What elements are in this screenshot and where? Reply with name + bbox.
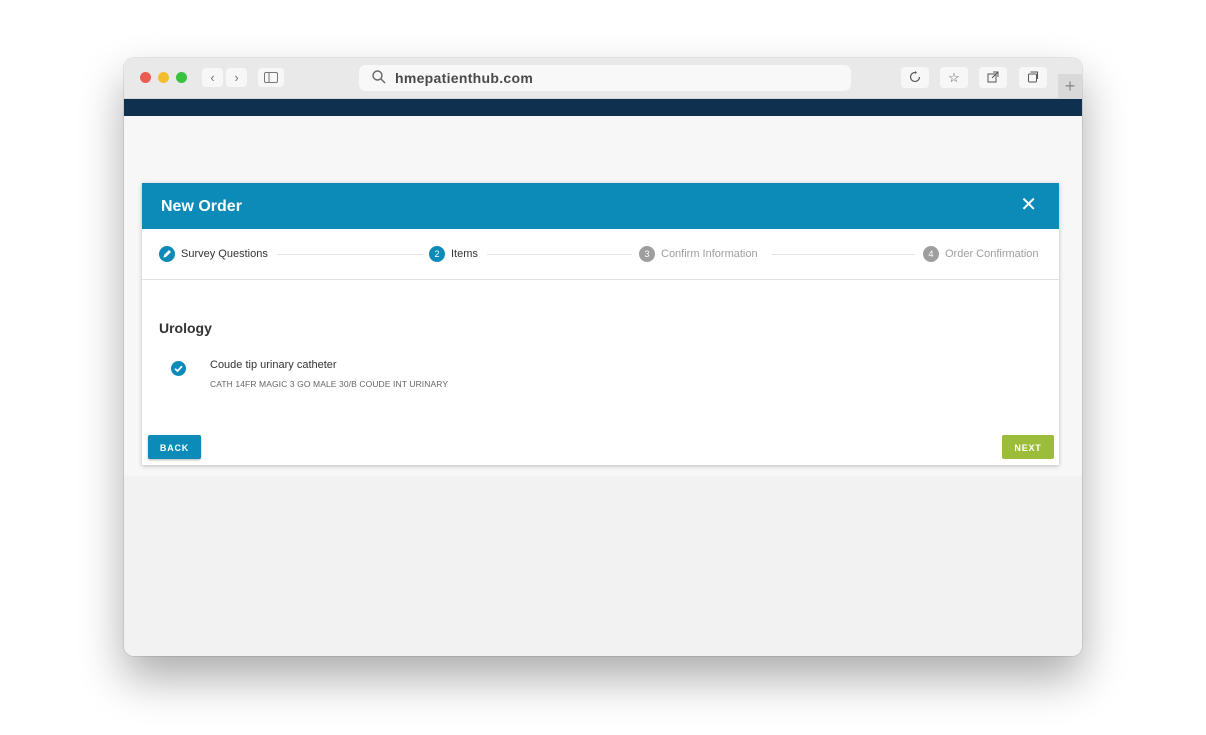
- step-number: 3: [639, 246, 655, 262]
- browser-toolbar: ‹ › hmepatienthub.com ☆ +: [124, 58, 1082, 99]
- dialog-title: New Order: [161, 198, 242, 215]
- url-text: hmepatienthub.com: [395, 70, 534, 86]
- step-connector: [277, 254, 423, 255]
- order-stepper: Survey Questions 2 Items 3 Confirm Infor…: [142, 229, 1059, 280]
- reload-button[interactable]: [901, 67, 929, 88]
- bookmark-button[interactable]: ☆: [940, 67, 968, 88]
- new-order-dialog: New Order ✕ Survey Questions 2 Items 3 C…: [142, 183, 1059, 465]
- sidebar-toggle-button[interactable]: [258, 68, 284, 87]
- browser-window: ‹ › hmepatienthub.com ☆ + New Order ✕ Su…: [124, 58, 1082, 656]
- check-circle-icon[interactable]: [171, 361, 186, 381]
- step-label: Order Confirmation: [945, 248, 1039, 260]
- share-icon: [987, 71, 999, 83]
- new-tab-button[interactable]: +: [1058, 74, 1082, 98]
- step-number: 2: [429, 246, 445, 262]
- reload-icon: [909, 71, 921, 83]
- page-background: [124, 476, 1082, 656]
- step-connector: [772, 254, 915, 255]
- item-name: Coude tip urinary catheter: [210, 359, 337, 371]
- step-number: 4: [923, 246, 939, 262]
- step-label: Survey Questions: [181, 248, 268, 260]
- step-connector: [487, 254, 632, 255]
- search-icon: [371, 69, 387, 90]
- section-title: Urology: [159, 320, 212, 336]
- page-content: New Order ✕ Survey Questions 2 Items 3 C…: [124, 116, 1082, 476]
- back-nav-button[interactable]: ‹: [202, 68, 223, 87]
- zoom-window-button[interactable]: [176, 72, 187, 83]
- forward-nav-button[interactable]: ›: [226, 68, 247, 87]
- dialog-header: New Order ✕: [142, 183, 1059, 229]
- address-bar[interactable]: hmepatienthub.com: [359, 65, 851, 91]
- item-description: CATH 14FR MAGIC 3 GO MALE 30/B COUDE INT…: [210, 379, 449, 389]
- minimize-window-button[interactable]: [158, 72, 169, 83]
- tabs-icon: [1028, 71, 1038, 83]
- close-icon[interactable]: ✕: [1020, 194, 1037, 216]
- sidebar-icon: [264, 72, 278, 83]
- next-button[interactable]: NEXT: [1002, 435, 1054, 459]
- step-label: Confirm Information: [661, 248, 758, 260]
- site-header-bar: [124, 99, 1082, 116]
- step-label: Items: [451, 248, 478, 260]
- tabs-button[interactable]: [1019, 67, 1047, 88]
- share-button[interactable]: [979, 67, 1007, 88]
- close-window-button[interactable]: [140, 72, 151, 83]
- back-button[interactable]: BACK: [148, 435, 201, 459]
- star-icon: ☆: [948, 70, 960, 85]
- pencil-icon: [159, 246, 175, 262]
